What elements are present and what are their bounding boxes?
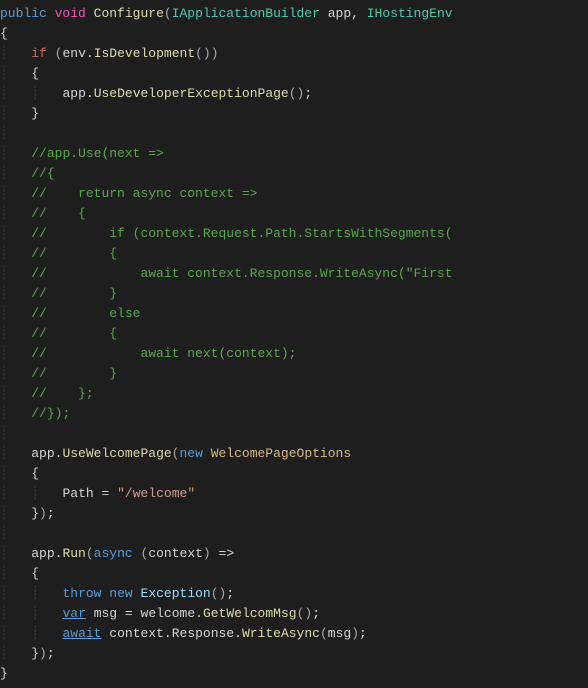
type: IApplicationBuilder xyxy=(172,6,320,21)
keyword-throw: throw xyxy=(62,586,101,601)
type: WelcomePageOptions xyxy=(211,446,351,461)
ident: env xyxy=(62,46,85,61)
keyword-await: await xyxy=(62,626,101,641)
code-editor[interactable]: public void Configure(IApplicationBuilde… xyxy=(0,0,588,688)
comment: // { xyxy=(31,206,86,221)
comment: // if (context.Request.Path.StartsWithSe… xyxy=(31,226,452,241)
method-call: IsDevelopment xyxy=(94,46,195,61)
ident: welcome xyxy=(141,606,196,621)
method-call: GetWelcomMsg xyxy=(203,606,297,621)
method-call: UseWelcomePage xyxy=(62,446,171,461)
comment: // }; xyxy=(31,386,93,401)
param: app xyxy=(328,6,351,21)
type: IHostingEnv xyxy=(367,6,453,21)
ident: msg xyxy=(94,606,117,621)
comment: // await context.Response.WriteAsync("Fi… xyxy=(31,266,452,281)
ident: app xyxy=(31,546,54,561)
keyword-void: void xyxy=(55,6,86,21)
comment: //}); xyxy=(31,406,70,421)
method-call: UseDeveloperExceptionPage xyxy=(94,86,289,101)
ident: app xyxy=(62,86,85,101)
property: Path xyxy=(62,486,93,501)
ident: msg xyxy=(328,626,351,641)
ident: Response xyxy=(172,626,234,641)
comment: // } xyxy=(31,286,117,301)
string-literal: "/welcome" xyxy=(117,486,195,501)
method-call: WriteAsync xyxy=(242,626,320,641)
type: Exception xyxy=(141,586,211,601)
ident: context xyxy=(109,626,164,641)
comment: // { xyxy=(31,326,117,341)
comment: //app.Use(next => xyxy=(31,146,164,161)
keyword-public: public xyxy=(0,6,47,21)
ident: app xyxy=(31,446,54,461)
param: context xyxy=(148,546,203,561)
keyword-async: async xyxy=(94,546,133,561)
method-call: Run xyxy=(62,546,85,561)
comment: // { xyxy=(31,246,117,261)
keyword-new: new xyxy=(179,446,202,461)
keyword-new: new xyxy=(109,586,132,601)
comment: // return async context => xyxy=(31,186,257,201)
comment: // await next(context); xyxy=(31,346,296,361)
keyword-var: var xyxy=(62,606,85,621)
method-name: Configure xyxy=(94,6,164,21)
comment: // } xyxy=(31,366,117,381)
comment: // else xyxy=(31,306,140,321)
comment: //{ xyxy=(31,166,54,181)
keyword-if: if xyxy=(31,46,47,61)
